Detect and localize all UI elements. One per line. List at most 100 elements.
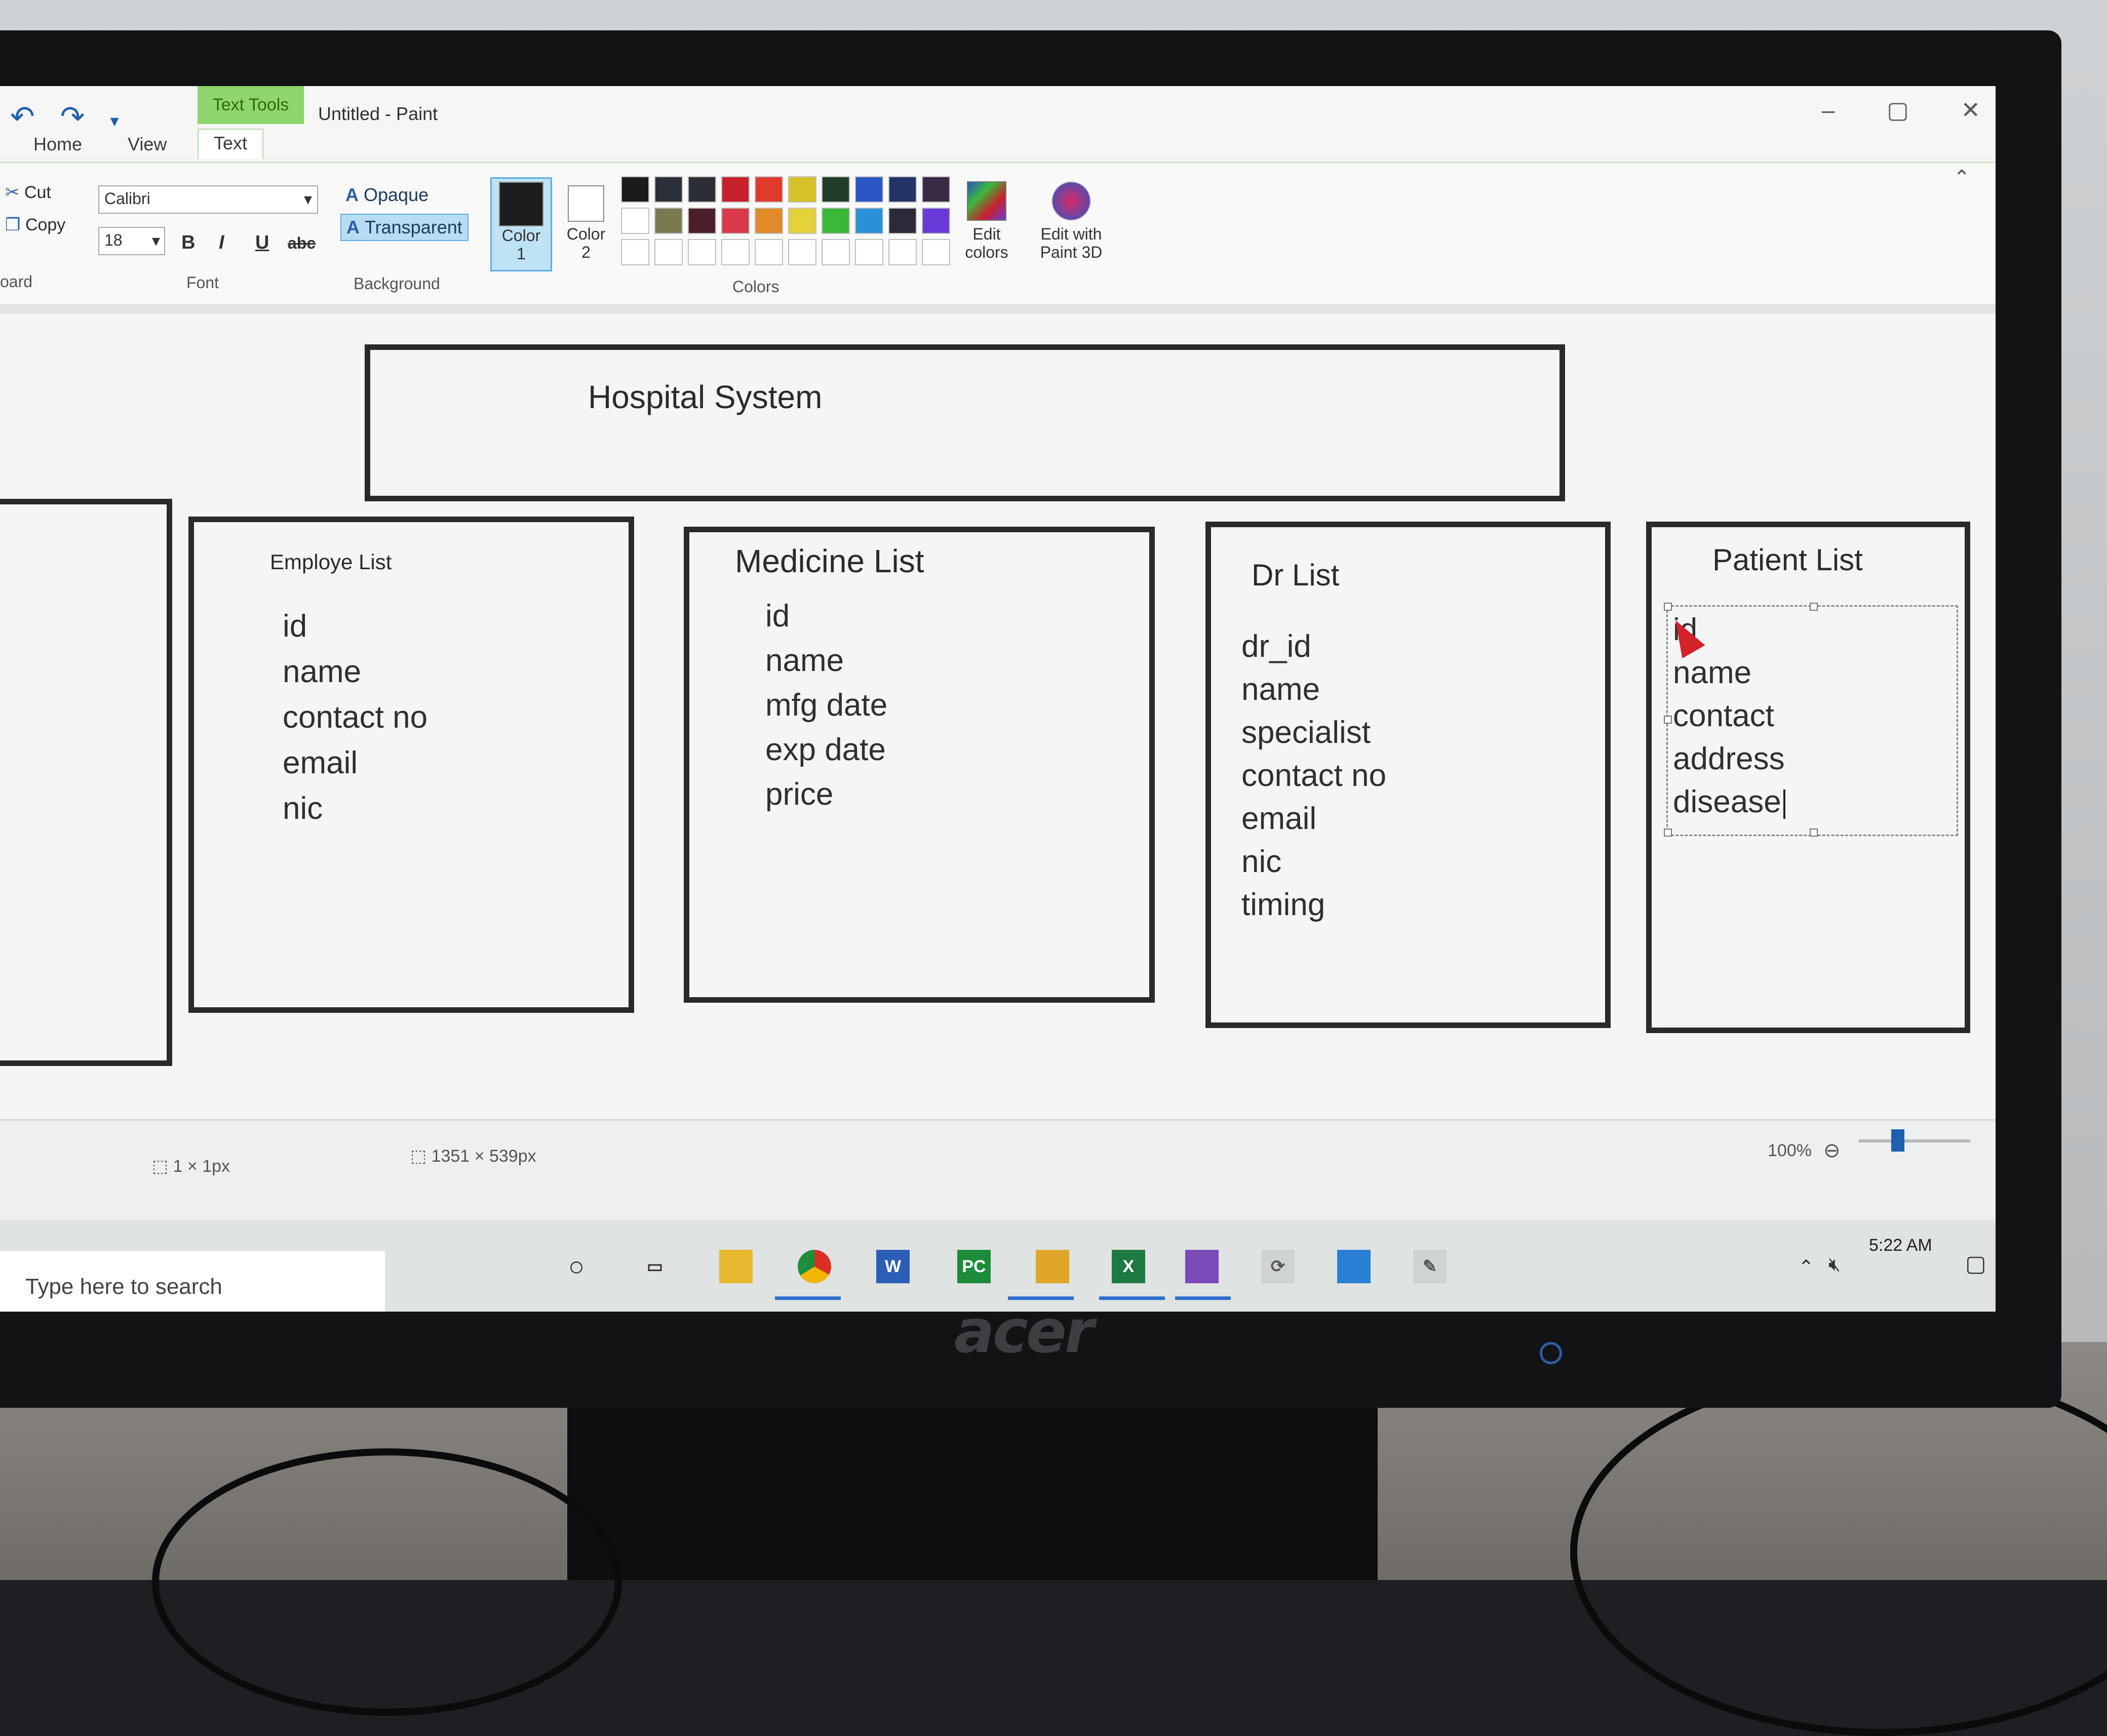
resize-handle[interactable] [1810,828,1818,837]
palette-swatch[interactable] [922,208,950,234]
palette-swatch[interactable] [688,239,716,265]
medicine-field: mfg date [765,688,888,723]
palette-swatch[interactable] [721,239,750,265]
patient-field[interactable]: name [1673,655,1751,691]
palette-swatch[interactable] [888,208,917,234]
palette-swatch[interactable] [855,176,883,203]
hospital-system-box: Hospital System [365,344,1565,501]
doctor-list-title: Dr List [1252,558,1340,592]
search-icon[interactable]: ○ [560,1250,593,1283]
opaque-option[interactable]: A Opaque [340,182,434,208]
font-family-select[interactable]: Calibri ▾ [98,185,318,214]
palette-swatch[interactable] [654,239,683,265]
opaque-icon: A [345,184,359,205]
palette-swatch[interactable] [621,208,649,234]
palette-swatch[interactable] [888,239,917,265]
zoom-out-icon[interactable]: ⊖ [1823,1139,1841,1162]
employee-list-title: Employe List [270,550,392,574]
paint-canvas[interactable]: Hospital System Employe List id name con… [0,314,1996,1119]
color2-button[interactable]: Color 2 [555,177,617,271]
visual-studio-icon[interactable] [1185,1250,1219,1283]
zoom-slider[interactable] [1859,1129,1970,1152]
underline-button[interactable]: U [255,232,269,254]
pycharm-icon[interactable]: PC [957,1250,991,1283]
palette-swatch[interactable] [755,208,783,234]
palette-swatch[interactable] [688,208,716,234]
font-size-select[interactable]: 18 ▾ [98,227,165,255]
pixel-size-text: 1 × 1px [173,1157,230,1176]
edit-colors-button[interactable]: Edit colors [957,181,1016,261]
power-button[interactable] [1540,1342,1562,1364]
chrome-icon[interactable] [798,1250,831,1283]
resize-handle[interactable] [1810,603,1818,611]
copy-button[interactable]: ❐ Copy [5,215,65,235]
bold-button[interactable]: B [181,232,195,254]
chevron-down-icon: ▾ [303,190,312,208]
palette-swatch[interactable] [788,239,816,265]
palette-swatch[interactable] [755,239,783,265]
taskbar-search[interactable]: Type here to search [0,1251,385,1312]
collapse-ribbon-icon[interactable]: ⌃ [1953,166,1970,189]
system-tray-chevron-icon[interactable]: ⌃ [1798,1256,1814,1279]
palette-swatch[interactable] [621,239,649,265]
cut-button[interactable]: ✂ Cut [5,182,51,203]
color1-label: Color 1 [501,226,541,263]
palette-swatch[interactable] [788,208,816,234]
close-button[interactable]: ✕ [1961,97,1980,123]
cable [152,1448,622,1716]
restore-button[interactable]: ▢ [1887,97,1908,123]
taskbar-clock[interactable]: 5:22 AM [1869,1236,1932,1255]
resize-handle[interactable] [1664,828,1672,837]
tab-view[interactable]: View [128,134,167,155]
file-explorer-icon[interactable] [719,1250,753,1283]
resize-handle[interactable] [1664,716,1672,724]
edit-with-paint3d-button[interactable]: Edit with Paint 3D [1028,181,1114,261]
palette-swatch[interactable] [822,239,850,265]
tab-home[interactable]: Home [33,134,82,155]
palette-swatch[interactable] [922,176,950,203]
doctor-field: name [1241,672,1320,707]
palette-swatch[interactable] [922,239,950,265]
medicine-field: exp date [765,732,886,767]
patient-field-active[interactable]: disease [1673,784,1785,820]
palette-swatch[interactable] [755,176,783,203]
text-selection-box[interactable]: id name contact address disease [1664,603,1958,837]
text-caret [1783,789,1785,819]
palette-swatch[interactable] [654,208,683,234]
word-icon[interactable]: W [876,1250,910,1283]
notifications-icon[interactable]: ▢ [1965,1251,1986,1277]
paint-app-icon[interactable] [1036,1250,1069,1283]
palette-swatch[interactable] [621,176,649,203]
resize-handle[interactable] [1664,603,1672,611]
palette-swatch[interactable] [888,176,917,203]
screen: ↶ ↷ ▾ Text Tools Untitled - Paint ‒ ▢ ✕ … [0,86,1996,1312]
transparent-option[interactable]: A Transparent [340,214,469,241]
palette-swatch[interactable] [721,176,750,203]
canvas-top-edge [0,304,1996,314]
italic-button[interactable]: I [219,232,224,254]
zoom-slider-thumb[interactable] [1891,1129,1904,1152]
volume-muted-icon[interactable]: 🔇︎ [1828,1254,1841,1276]
palette-swatch[interactable] [855,239,883,265]
palette-swatch[interactable] [654,176,683,203]
palette-swatch[interactable] [688,176,716,203]
task-view-icon[interactable]: ▭ [638,1250,672,1283]
medicine-list-title: Medicine List [735,543,924,579]
app-icon[interactable]: ⟳ [1261,1250,1295,1283]
palette-swatch[interactable] [855,208,883,234]
strikethrough-button[interactable]: abc [288,234,316,253]
patient-field[interactable]: address [1673,741,1785,777]
palette-swatch[interactable] [721,208,750,234]
palette-swatch[interactable] [822,176,850,203]
color2-label: Color 2 [566,225,606,261]
tab-text[interactable]: Text [198,129,264,159]
doctor-field: timing [1241,887,1325,922]
color1-button[interactable]: Color 1 [490,177,552,271]
excel-icon[interactable]: X [1112,1250,1145,1283]
paint-brush-icon[interactable]: ✎ [1413,1250,1447,1283]
palette-swatch[interactable] [822,208,850,234]
patient-field[interactable]: contact [1673,698,1774,734]
vscode-icon[interactable] [1337,1250,1371,1283]
palette-swatch[interactable] [788,176,816,203]
minimize-button[interactable]: ‒ [1822,97,1835,123]
